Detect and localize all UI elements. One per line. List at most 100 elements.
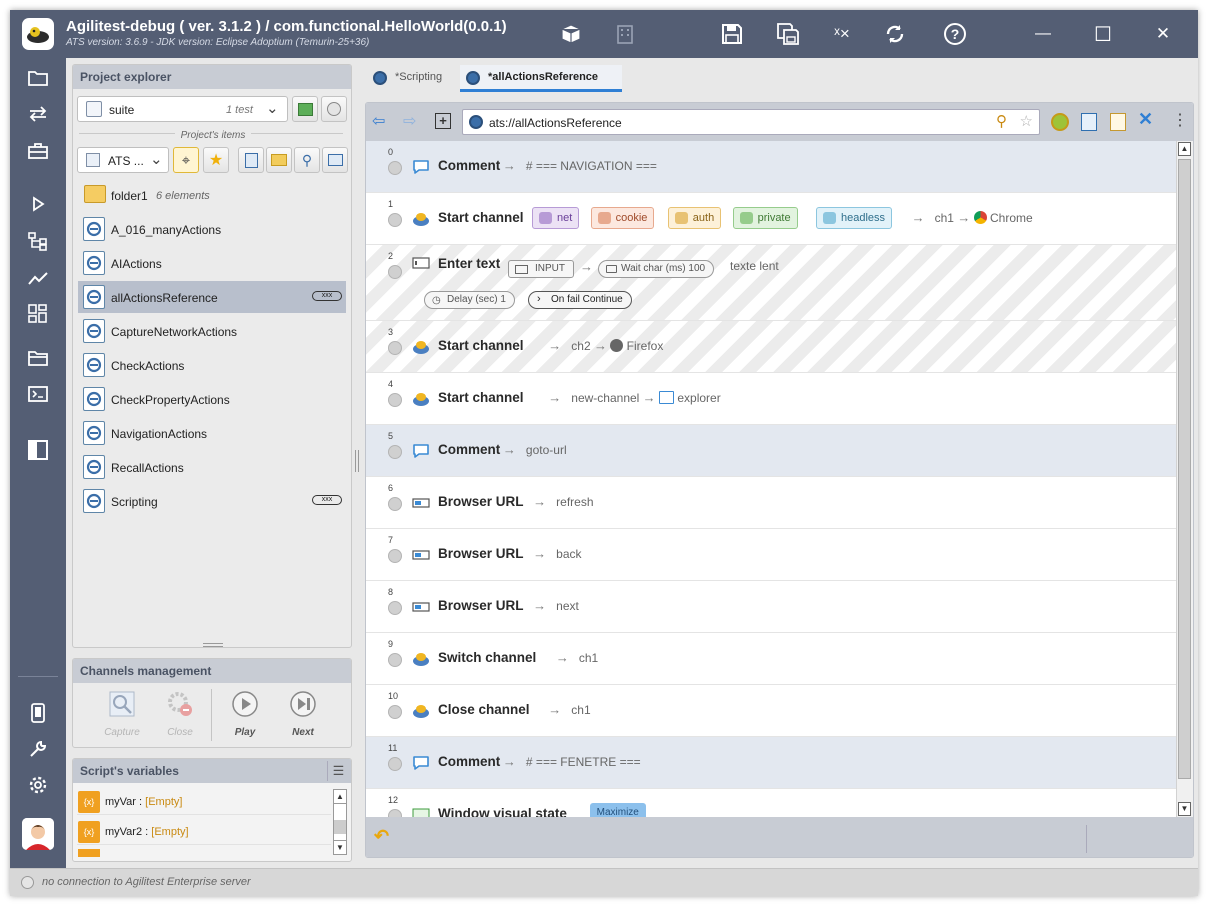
clear-variables-icon[interactable]: ˣ× [828,20,856,48]
scroll-down-icon[interactable]: ▼ [1178,802,1191,816]
building-icon[interactable] [611,20,639,48]
variables-scrollbar[interactable]: ▲ ▼ [333,789,347,855]
tab-scripting[interactable]: *Scripting [367,65,457,92]
variable-row[interactable]: {x} myVar : [Empty] [77,789,331,815]
star-icon[interactable]: ☆ [1020,112,1033,130]
refresh-icon[interactable] [881,20,909,48]
action-row[interactable]: 3 Start channel → ch2 → Firefox [366,321,1176,373]
save-icon[interactable] [718,20,746,48]
package-icon[interactable] [557,20,585,48]
script-item[interactable]: AIActions [78,247,346,279]
action-toggle[interactable] [388,549,402,563]
dashboard-icon[interactable] [24,300,52,328]
folder-item[interactable]: folder1 6 elements [78,179,346,211]
on-fail-pill[interactable]: › On fail Continue [528,291,632,309]
action-row[interactable]: 2 Enter text INPUT → Wait char (ms) 100 texte… [366,245,1176,321]
forward-icon[interactable]: ⇨ [403,111,416,131]
action-row[interactable]: 10 Close channel → ch1 [366,685,1176,737]
close-channel-button[interactable]: Close [155,683,205,745]
save-all-icon[interactable] [774,20,802,48]
scroll-thumb[interactable] [334,820,346,834]
action-row[interactable]: 0 Comment → # === NAVIGATION === [366,141,1176,193]
scroll-up-icon[interactable]: ▲ [334,790,346,804]
script-item[interactable]: allActionsReference xxx [78,281,346,313]
toolbox-icon[interactable] [24,137,52,165]
run-suite-button[interactable] [321,96,347,122]
avatar[interactable] [22,818,54,850]
action-row[interactable]: 12 Window visual state Maximize [366,789,1176,817]
scroll-thumb[interactable] [1178,159,1191,779]
action-toggle[interactable] [388,809,402,817]
action-toggle[interactable] [388,213,402,227]
new-folder-button[interactable] [266,147,292,173]
variable-row[interactable]: {x} myVar2 : [Empty] [77,819,331,845]
action-toggle[interactable] [388,341,402,355]
action-toggle[interactable] [388,705,402,719]
action-row[interactable]: 1 Start channel net cookie auth private headle… [366,193,1176,245]
minimize-button[interactable]: — [1029,20,1057,48]
folder-icon[interactable] [24,64,52,92]
action-row[interactable]: 6 Browser URL → refresh [366,477,1176,529]
ats-filter-select[interactable]: ATS ... ⌄ [77,147,169,173]
action-toggle[interactable] [388,445,402,459]
more-options-icon[interactable]: ⋮ [1172,110,1188,130]
action-toggle[interactable] [388,393,402,407]
script-item[interactable]: CaptureNetworkActions [78,315,346,347]
hierarchy-icon[interactable] [24,227,52,255]
folder-open-icon[interactable] [24,344,52,372]
close-button[interactable]: ✕ [1149,20,1177,48]
new-script-button[interactable] [238,147,264,173]
splitter-handle[interactable] [355,450,359,472]
help-icon[interactable]: ? [941,20,969,48]
new-tab-icon[interactable]: + [435,113,451,129]
action-toggle[interactable] [388,757,402,771]
action-row[interactable]: 4 Start channel → new-channel → explorer [366,373,1176,425]
collapse-button[interactable] [322,147,348,173]
action-row[interactable]: 11 Comment → # === FENETRE === [366,737,1176,789]
chart-line-icon[interactable] [24,264,52,292]
action-toggle[interactable] [388,161,402,175]
editor-scrollbar[interactable]: ▲ ▼ [1176,141,1193,817]
play-channel-button[interactable]: Play [220,683,270,745]
document-icon[interactable] [1110,113,1126,131]
play-icon[interactable] [24,190,52,218]
add-suite-button[interactable] [292,96,318,122]
capture-channel-button[interactable]: Capture [97,683,147,745]
action-row[interactable]: 7 Browser URL → back [366,529,1176,581]
script-item[interactable]: RecallActions [78,451,346,483]
export-icon[interactable] [1081,113,1097,131]
script-item[interactable]: Scripting xxx [78,485,346,517]
suite-select[interactable]: suite 1 test ⌄ [77,96,288,122]
action-row[interactable]: 8 Browser URL → next [366,581,1176,633]
script-item[interactable]: A_016_manyActions [78,213,346,245]
next-channel-button[interactable]: Next [278,683,328,745]
search-button[interactable]: ⚲ [294,147,320,173]
action-toggle[interactable] [388,497,402,511]
close-script-icon[interactable]: ✕ [1138,109,1153,130]
scroll-up-icon[interactable]: ▲ [1178,142,1191,156]
settings-gear-icon[interactable] [24,771,52,799]
scroll-down-icon[interactable]: ▼ [334,840,346,854]
search-icon[interactable]: ⚲ [996,112,1007,130]
url-field[interactable]: ats://allActionsReference ⚲ ☆ [462,109,1040,135]
maximize-button[interactable]: ☐ [1089,20,1117,48]
locate-button[interactable]: ⌖ [173,147,199,173]
wrench-icon[interactable] [24,735,52,763]
action-toggle[interactable] [388,653,402,667]
sync-icon[interactable] [1051,113,1069,131]
action-toggle[interactable] [388,601,402,615]
resize-handle[interactable] [203,643,223,647]
menu-icon[interactable]: ☰ [327,761,349,781]
terminal-icon[interactable] [24,380,52,408]
script-item[interactable]: NavigationActions [78,417,346,449]
action-toggle[interactable] [388,265,402,279]
tab-allactionsreference[interactable]: *allActionsReference [460,65,622,92]
action-row[interactable]: 5 Comment → goto-url [366,425,1176,477]
undo-icon[interactable]: ↶ [374,826,389,847]
mobile-device-icon[interactable] [24,699,52,727]
script-item[interactable]: CheckActions [78,349,346,381]
transfer-arrows-icon[interactable] [24,100,52,128]
script-item[interactable]: CheckPropertyActions [78,383,346,415]
split-view-icon[interactable] [24,436,52,464]
action-row[interactable]: 9 Switch channel → ch1 [366,633,1176,685]
